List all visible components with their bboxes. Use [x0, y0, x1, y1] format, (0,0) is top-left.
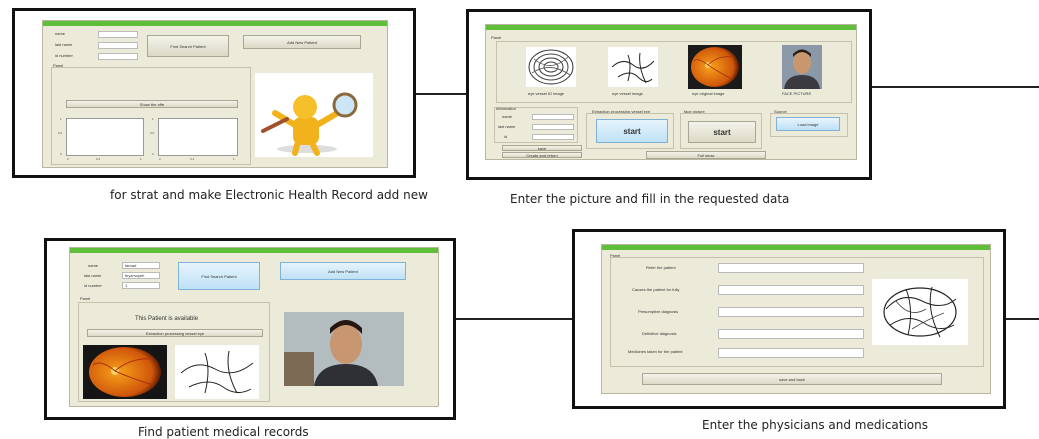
- search-figure-illustration: [255, 73, 373, 157]
- connector-line: [872, 86, 1039, 88]
- result-panel: This Patient is available Extraction pro…: [78, 302, 270, 402]
- connector-line: [456, 318, 572, 320]
- name-field[interactable]: [532, 114, 574, 120]
- row-label-definitive: Definitive diagnosis: [642, 331, 677, 336]
- id-field[interactable]: [532, 134, 574, 140]
- medicines-field[interactable]: [718, 348, 864, 358]
- add-new-patient-button[interactable]: Add New Patient: [243, 35, 361, 49]
- search-patient-button[interactable]: Find Search Patient: [147, 35, 229, 57]
- row-label-refer: Refer the patient: [646, 265, 676, 270]
- id-number-label: id number: [84, 283, 102, 288]
- image-caption: eye vessel image: [612, 91, 643, 96]
- name-field[interactable]: farnad: [122, 262, 160, 269]
- x-tick: 1: [233, 157, 235, 161]
- connector-line: [416, 93, 466, 95]
- caption-step-1: for strat and make Electronic Health Rec…: [110, 188, 428, 202]
- start-extraction-button[interactable]: start: [596, 119, 668, 143]
- patient-available-text: This Patient is available: [135, 316, 199, 322]
- definitive-field[interactable]: [718, 329, 864, 339]
- window-titlebar: [602, 245, 990, 250]
- x-tick: 1: [140, 157, 142, 161]
- y-tick: 0.6: [150, 131, 155, 135]
- patient-records-window: name last name id number farnad feyzmoye…: [69, 247, 439, 407]
- show-button[interactable]: Show the offe: [66, 100, 238, 108]
- last-name-field[interactable]: [532, 124, 574, 130]
- face-picture: [782, 45, 822, 89]
- physicians-window: Panel Refer the patient Causes the patie…: [601, 244, 991, 394]
- form-label-last-name: last name: [498, 124, 516, 129]
- image-caption: eye vessel ID image: [528, 91, 565, 96]
- window-titlebar: [70, 248, 438, 253]
- name-label: name: [55, 31, 66, 36]
- last-name-field[interactable]: feyzmoyeh: [122, 272, 160, 279]
- vessel-image: [175, 345, 259, 399]
- save-and-back-button[interactable]: save and back: [642, 373, 942, 385]
- name-field[interactable]: [98, 31, 138, 38]
- picture-window: Panel eye vessel ID image eye vessel ima…: [485, 24, 857, 160]
- information-title: Information: [496, 106, 517, 111]
- connector-line: [1006, 318, 1039, 320]
- vessel-pattern-image: [872, 279, 968, 345]
- y-tick: 1: [152, 117, 154, 121]
- last-name-label: last name: [55, 42, 73, 47]
- x-tick: 0: [159, 157, 161, 161]
- x-tick: 0: [67, 157, 69, 161]
- image-caption: FACE PICTURE: [782, 91, 812, 96]
- caption-step-4: Enter the physicians and medications: [702, 418, 929, 432]
- caption-step-3: Find patient medical records: [138, 425, 309, 439]
- y-tick: 1: [60, 117, 62, 121]
- x-tick: 0.4: [96, 157, 101, 161]
- y-tick: 0: [152, 152, 154, 156]
- window-titlebar: [486, 25, 856, 30]
- screenshot-frame-2: Panel eye vessel ID image eye vessel ima…: [466, 9, 872, 180]
- extraction-button[interactable]: Extraction processing vessel eye: [87, 329, 263, 337]
- vessel-image: [608, 47, 658, 87]
- form-label-id: id: [504, 134, 508, 139]
- plot-axes-right: [158, 118, 238, 156]
- refer-field[interactable]: [718, 263, 864, 273]
- last-name-field[interactable]: [98, 42, 138, 49]
- fingerprint-vessel-id-image: [526, 47, 576, 87]
- search-patient-button[interactable]: Find Search Patient: [178, 262, 260, 290]
- panel-label: Panel: [491, 35, 502, 40]
- start-face-button[interactable]: start: [688, 121, 756, 143]
- chart-panel: Show the offe 1 0.6 0 1 0.6 0 0 0.4 1 0 …: [51, 67, 251, 165]
- causes-field[interactable]: [718, 285, 864, 295]
- y-tick: 0: [60, 152, 62, 156]
- screenshot-frame-3: name last name id number farnad feyzmoye…: [44, 238, 456, 420]
- caption-step-2: Enter the picture and fill in the reques…: [510, 192, 790, 206]
- id-number-field[interactable]: [98, 53, 138, 60]
- panel-label: Panel: [80, 296, 91, 301]
- plot-axes-left: [66, 118, 144, 156]
- image-caption: eye original image: [692, 91, 725, 96]
- row-label-causes: Causes the patient for fully: [632, 287, 680, 292]
- add-new-patient-button[interactable]: Add New Patient: [280, 262, 406, 280]
- full-show-button[interactable]: Full show: [646, 151, 766, 159]
- patient-face-photo: [284, 312, 404, 386]
- load-image-button[interactable]: Load image: [776, 117, 840, 131]
- window-titlebar: [43, 21, 387, 26]
- retina-image: [83, 345, 167, 399]
- form-label-name: name: [502, 114, 513, 119]
- y-tick: 0.6: [58, 131, 63, 135]
- last-name-label: last name: [84, 273, 102, 278]
- screenshot-frame-1: name last name id number Find Search Pat…: [12, 8, 416, 178]
- x-tick: 0.4: [190, 157, 195, 161]
- row-label-medicines: Medicines taken for the patient: [628, 349, 683, 354]
- retina-original-image: [688, 45, 742, 89]
- presumptive-field[interactable]: [718, 307, 864, 317]
- id-number-label: id number: [55, 53, 73, 58]
- name-label: name: [88, 263, 99, 268]
- screenshot-frame-4: Panel Refer the patient Causes the patie…: [572, 229, 1006, 409]
- create-and-return-button[interactable]: Create and return: [502, 152, 582, 158]
- save-button[interactable]: save: [502, 145, 582, 151]
- id-number-field[interactable]: 1: [122, 282, 160, 289]
- ehr-window: name last name id number Find Search Pat…: [42, 20, 388, 168]
- row-label-presumptive: Presumptive diagnosis: [638, 309, 679, 314]
